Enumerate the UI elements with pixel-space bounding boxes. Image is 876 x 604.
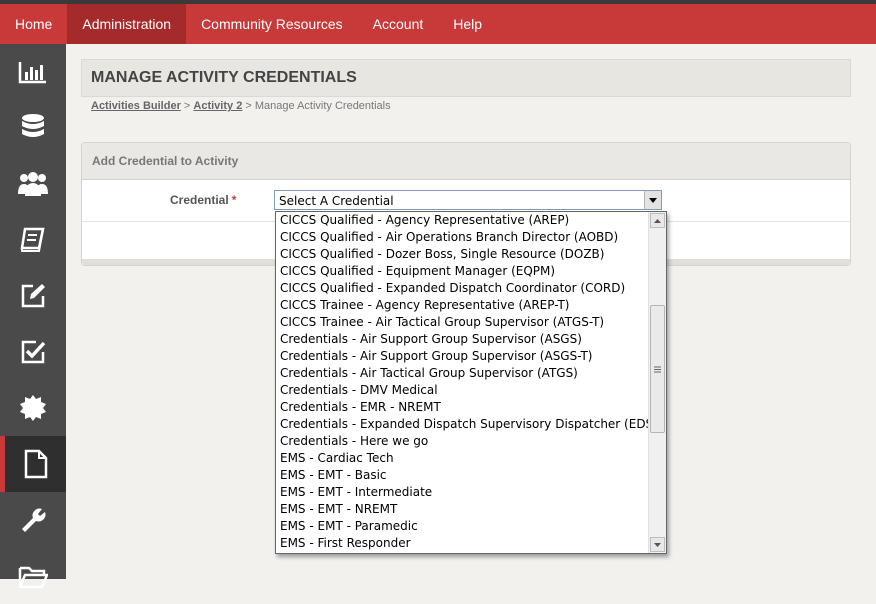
dropdown-option[interactable]: EMS - Cardiac Tech xyxy=(276,450,666,467)
dropdown-option[interactable]: CICCS Qualified - Expanded Dispatch Coor… xyxy=(276,280,666,297)
sidebar-item-database[interactable] xyxy=(0,100,66,156)
breadcrumb-separator: > xyxy=(242,100,255,112)
dropdown-option[interactable]: Credentials - Air Tactical Group Supervi… xyxy=(276,365,666,382)
dropdown-option[interactable]: Credentials - Here we go xyxy=(276,433,666,450)
credential-label-text: Credential xyxy=(170,193,229,207)
page-title: MANAGE ACTIVITY CREDENTIALS xyxy=(91,69,357,86)
folder-icon xyxy=(18,566,48,589)
credential-select-value: Select A Credential xyxy=(279,194,394,208)
credential-label: Credential * xyxy=(170,193,236,207)
dropdown-option[interactable]: CICCS Qualified - Agency Representative … xyxy=(276,212,666,229)
sidebar-item-users[interactable] xyxy=(0,156,66,212)
database-icon xyxy=(22,114,44,137)
dropdown-option[interactable]: CICCS Trainee - Air Tactical Group Super… xyxy=(276,314,666,331)
certificate-icon xyxy=(20,395,46,421)
sidebar-item-reports[interactable] xyxy=(0,44,66,100)
dropdown-option[interactable]: CICCS Qualified - Air Operations Branch … xyxy=(276,229,666,246)
bar-chart-icon xyxy=(18,62,46,84)
dropdown-option[interactable]: EMS - EMT - NREMT xyxy=(276,501,666,518)
select-arrow-button[interactable] xyxy=(644,191,661,209)
users-icon xyxy=(18,172,48,196)
sidebar-item-library[interactable] xyxy=(0,212,66,268)
nav-account[interactable]: Account xyxy=(358,4,439,44)
dropdown-option[interactable]: EMS - EMT - Intermediate xyxy=(276,484,666,501)
scroll-down-button[interactable] xyxy=(650,537,665,552)
sidebar-item-checklist[interactable] xyxy=(0,324,66,380)
breadcrumb-current: Manage Activity Credentials xyxy=(254,100,391,112)
dropdown-option[interactable]: Credentials - EMR - NREMT xyxy=(276,399,666,416)
scroll-thumb[interactable] xyxy=(650,305,665,433)
grip-icon xyxy=(654,366,661,372)
dropdown-option[interactable]: CICCS Trainee - Agency Representative (A… xyxy=(276,297,666,314)
nav-administration[interactable]: Administration xyxy=(67,4,187,44)
sidebar-item-files[interactable] xyxy=(0,548,66,604)
arrow-up-icon xyxy=(654,218,661,223)
arrow-down-icon xyxy=(654,542,661,547)
wrench-icon xyxy=(22,508,46,532)
book-icon xyxy=(20,227,45,252)
credential-select[interactable]: Select A Credential xyxy=(274,190,662,210)
credential-dropdown-list[interactable]: CICCS Qualified - Agency Representative … xyxy=(275,211,667,554)
edit-icon xyxy=(21,284,45,308)
breadcrumb-activities-builder[interactable]: Activities Builder xyxy=(91,100,181,112)
dropdown-option[interactable]: Credentials - DMV Medical xyxy=(276,382,666,399)
nav-community-resources[interactable]: Community Resources xyxy=(186,4,358,44)
sidebar-item-tools[interactable] xyxy=(0,492,66,548)
breadcrumb: Activities Builder > Activity 2 > Manage… xyxy=(91,100,391,112)
dropdown-option[interactable]: EMS - First Responder xyxy=(276,535,666,552)
document-icon xyxy=(24,449,47,479)
required-mark: * xyxy=(231,193,237,207)
dropdown-option[interactable]: Credentials - Air Support Group Supervis… xyxy=(276,331,666,348)
main-content: MANAGE ACTIVITY CREDENTIALS Activities B… xyxy=(66,44,876,579)
sidebar xyxy=(0,44,66,589)
dropdown-option[interactable]: CICCS Qualified - Equipment Manager (EQP… xyxy=(276,263,666,280)
panel-header: Add Credential to Activity xyxy=(82,143,850,180)
page-title-bar: MANAGE ACTIVITY CREDENTIALS xyxy=(81,59,851,97)
sidebar-item-edit[interactable] xyxy=(0,268,66,324)
dropdown-option[interactable]: EMS - EMT - Paramedic xyxy=(276,518,666,535)
top-navigation: Home Administration Community Resources … xyxy=(0,4,876,44)
checkbox-icon xyxy=(21,340,46,364)
dropdown-option[interactable]: EMS - EMT - Basic xyxy=(276,467,666,484)
nav-help[interactable]: Help xyxy=(438,4,497,44)
scroll-up-button[interactable] xyxy=(650,213,665,228)
dropdown-option[interactable]: Credentials - Expanded Dispatch Supervis… xyxy=(276,416,666,433)
dropdown-scrollbar[interactable] xyxy=(648,212,666,553)
dropdown-option[interactable]: CICCS Qualified - Dozer Boss, Single Res… xyxy=(276,246,666,263)
breadcrumb-activity-2[interactable]: Activity 2 xyxy=(193,100,242,112)
breadcrumb-separator: > xyxy=(180,100,194,112)
sidebar-item-documents[interactable] xyxy=(0,436,66,492)
nav-home[interactable]: Home xyxy=(0,4,67,44)
chevron-down-icon xyxy=(649,197,657,203)
sidebar-item-certificates[interactable] xyxy=(0,380,66,436)
dropdown-option[interactable]: Credentials - Air Support Group Supervis… xyxy=(276,348,666,365)
option-list: CICCS Qualified - Agency Representative … xyxy=(276,212,666,552)
